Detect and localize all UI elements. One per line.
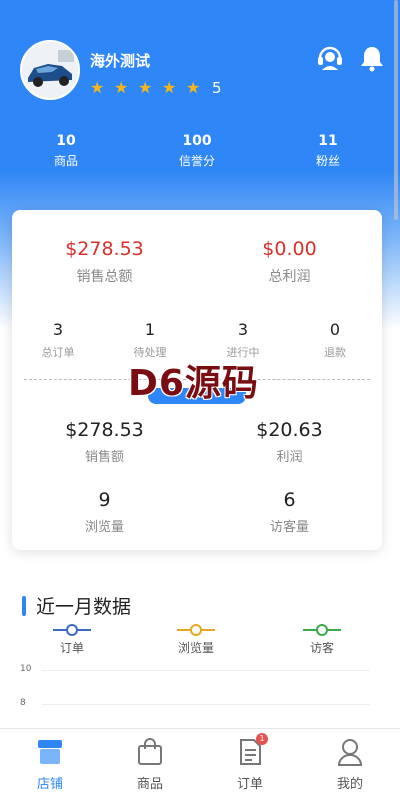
stat-value: 10 <box>56 133 76 149</box>
shop-icon <box>35 737 65 767</box>
profit-total-value: $0.00 <box>262 238 317 260</box>
star-icon: ★ <box>90 78 105 97</box>
sales-total-value: $278.53 <box>65 238 144 260</box>
legend-label: 浏览量 <box>177 641 214 655</box>
legend-views[interactable]: 浏览量 <box>156 624 236 656</box>
metric-label: 访客量 <box>269 520 309 535</box>
tab-products[interactable]: 商品 <box>100 737 200 792</box>
user-icon <box>335 737 365 767</box>
grid-line <box>42 704 370 705</box>
count-value: 3 <box>237 320 249 339</box>
stat-label: 粉丝 <box>315 154 340 168</box>
profit-total: $0.00 总利润 <box>197 237 382 286</box>
y-tick-label: 8 <box>20 698 26 708</box>
legend-label: 访客 <box>309 641 334 655</box>
count-label: 进行中 <box>226 346 260 359</box>
stat-value: 11 <box>318 133 338 149</box>
metric-profit: $20.63 利润 <box>197 418 382 466</box>
metric-value: 9 <box>98 489 111 511</box>
tab-orders[interactable]: 1 订单 <box>200 733 300 792</box>
tab-label: 订单 <box>236 777 263 792</box>
sales-total: $278.53 销售总额 <box>12 237 197 286</box>
metric-value: 6 <box>283 489 296 511</box>
legend-marker <box>53 624 91 636</box>
stat-products[interactable]: 10 商品 <box>16 132 116 168</box>
order-count-total[interactable]: 3 总订单 <box>12 320 104 360</box>
star-icon: ★ <box>162 78 177 97</box>
watermark-text: D6源码 <box>128 363 259 404</box>
tab-me[interactable]: 我的 <box>300 737 400 792</box>
title-accent-bar <box>22 595 26 616</box>
stat-value: 100 <box>182 133 212 149</box>
legend-marker <box>303 624 341 636</box>
tab-label: 店铺 <box>36 777 63 792</box>
bottom-tab-bar: 店铺 商品 1 订单 我的 <box>0 728 400 800</box>
stat-fans[interactable]: 11 粉丝 <box>278 132 378 168</box>
stat-label: 商品 <box>53 154 78 168</box>
metric-label: 利润 <box>276 450 303 465</box>
metric-label: 浏览量 <box>84 520 124 535</box>
legend-visitors[interactable]: 访客 <box>282 624 362 656</box>
stat-credit[interactable]: 100 信誉分 <box>147 132 247 168</box>
metric-value: $278.53 <box>65 419 144 441</box>
sales-total-label: 销售总额 <box>76 269 133 285</box>
bag-icon <box>135 737 165 767</box>
order-count-refund[interactable]: 0 退款 <box>289 320 381 360</box>
grid-line <box>42 670 370 671</box>
chart-title: 近一月数据 <box>36 596 132 618</box>
order-badge: 1 <box>256 733 268 745</box>
stat-label: 信誉分 <box>178 154 215 168</box>
count-label: 总订单 <box>41 346 75 359</box>
shop-rating: ★ ★ ★ ★ ★ 5 <box>90 78 222 98</box>
y-tick-label: 10 <box>20 664 32 674</box>
count-label: 待处理 <box>133 346 167 359</box>
count-value: 0 <box>329 320 341 339</box>
order-icon: 1 <box>235 733 268 767</box>
tab-label: 商品 <box>136 777 163 792</box>
legend-marker <box>177 624 215 636</box>
car-toy-image <box>22 42 78 98</box>
star-icon: ★ <box>114 78 129 97</box>
star-icon: ★ <box>186 78 201 97</box>
shop-avatar[interactable] <box>20 40 80 100</box>
order-count-pending[interactable]: 1 待处理 <box>104 320 196 360</box>
rating-value: 5 <box>212 79 222 97</box>
count-value: 1 <box>144 320 156 339</box>
metric-value: $20.63 <box>256 419 323 441</box>
profit-total-label: 总利润 <box>268 269 311 285</box>
legend-label: 订单 <box>59 641 84 655</box>
metric-label: 销售额 <box>84 450 124 465</box>
star-icon: ★ <box>138 78 153 97</box>
tab-shop[interactable]: 店铺 <box>0 737 100 792</box>
metric-visitors: 6 访客量 <box>197 488 382 536</box>
customer-service-icon[interactable] <box>316 44 344 72</box>
metric-sales: $278.53 销售额 <box>12 418 197 466</box>
section-title: 近一月数据 <box>22 592 131 619</box>
bell-icon[interactable] <box>358 44 386 72</box>
metric-views: 9 浏览量 <box>12 488 197 536</box>
count-value: 3 <box>52 320 64 339</box>
order-count-in-progress[interactable]: 3 进行中 <box>197 320 289 360</box>
shop-name: 海外测试 <box>90 52 151 70</box>
tab-label: 我的 <box>336 777 363 792</box>
scrollbar[interactable] <box>394 0 398 220</box>
count-label: 退款 <box>324 346 346 359</box>
legend-orders[interactable]: 订单 <box>32 624 112 656</box>
